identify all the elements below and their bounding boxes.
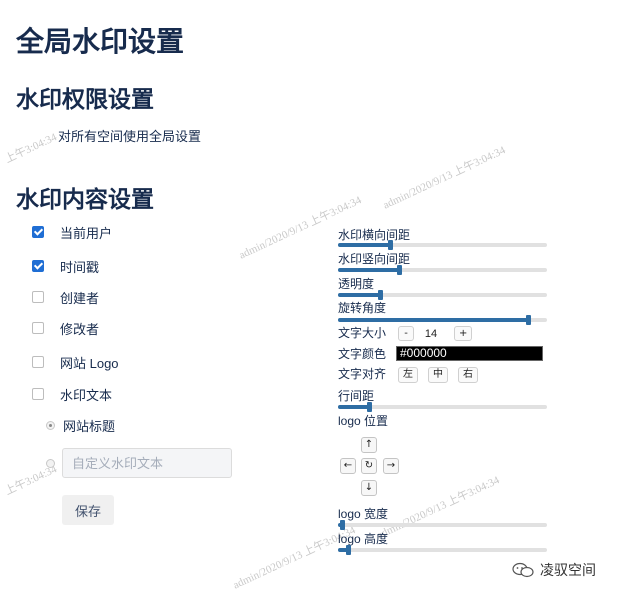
custom-watermark-text-input[interactable] <box>62 448 232 478</box>
slider-thumb[interactable] <box>397 265 402 275</box>
checkbox[interactable] <box>32 322 44 334</box>
horizontal-spacing-slider[interactable] <box>338 240 547 250</box>
arrow-left-icon[interactable]: ← <box>340 458 356 474</box>
radio-label: 网站标题 <box>63 419 116 434</box>
footer-brand: 凌驭空间 <box>512 560 596 580</box>
logo-position-label: logo 位置 <box>338 414 389 428</box>
option-label: 当前用户 <box>60 225 113 241</box>
arrow-right-icon[interactable]: → <box>383 458 399 474</box>
vertical-spacing-label: 水印竖向间距 <box>338 252 411 266</box>
radio-button[interactable] <box>46 421 55 430</box>
arrow-down-icon[interactable]: ↓ <box>361 480 377 496</box>
permission-text: 对所有空间使用全局设置 <box>58 129 202 144</box>
checkbox[interactable] <box>32 226 44 238</box>
align-right-button[interactable]: 右 <box>458 367 478 383</box>
option-creator[interactable]: 创建者 <box>32 288 99 306</box>
logo-height-slider[interactable] <box>338 545 547 555</box>
option-label: 修改者 <box>60 321 100 337</box>
permission-heading: 水印权限设置 <box>16 86 154 112</box>
brand-name: 凌驭空间 <box>540 562 596 578</box>
option-site-logo[interactable]: 网站 Logo <box>32 353 119 371</box>
vertical-spacing-slider[interactable] <box>338 265 547 275</box>
opacity-slider[interactable] <box>338 290 547 300</box>
slider-thumb[interactable] <box>378 290 383 300</box>
font-size-decrease-button[interactable]: - <box>398 326 414 341</box>
font-size-label: 文字大小 <box>338 326 387 340</box>
rotation-label: 旋转角度 <box>338 301 387 315</box>
option-modifier[interactable]: 修改者 <box>32 319 99 337</box>
logo-width-slider[interactable] <box>338 520 547 530</box>
watermark-text: 上午3:04:34 <box>3 131 59 166</box>
option-label: 创建者 <box>60 290 100 306</box>
slider-fill <box>338 318 528 322</box>
radio-site-title[interactable]: 网站标题 <box>46 416 115 435</box>
checkbox[interactable] <box>32 291 44 303</box>
line-spacing-slider[interactable] <box>338 402 547 412</box>
checkbox[interactable] <box>32 260 44 272</box>
checkbox[interactable] <box>32 356 44 368</box>
align-center-button[interactable]: 中 <box>428 367 448 383</box>
option-watermark-text[interactable]: 水印文本 <box>32 385 112 403</box>
slider-fill <box>338 293 380 297</box>
opacity-label: 透明度 <box>338 277 375 291</box>
line-spacing-label: 行间距 <box>338 389 375 403</box>
rotation-slider[interactable] <box>338 315 547 325</box>
option-label: 水印文本 <box>60 387 113 403</box>
option-current-user[interactable]: 当前用户 <box>32 223 112 241</box>
content-heading: 水印内容设置 <box>16 186 154 212</box>
slider-fill <box>338 243 390 247</box>
option-timestamp[interactable]: 时间戳 <box>32 257 99 275</box>
align-left-button[interactable]: 左 <box>398 367 418 383</box>
reset-icon[interactable]: ↻ <box>361 458 377 474</box>
page-title: 全局水印设置 <box>16 26 185 57</box>
save-button[interactable]: 保存 <box>62 495 114 525</box>
slider-thumb[interactable] <box>388 240 393 250</box>
text-align-label: 文字对齐 <box>338 367 387 381</box>
option-label: 时间戳 <box>60 259 100 275</box>
arrow-up-icon[interactable]: ↑ <box>361 437 377 453</box>
slider-thumb[interactable] <box>346 545 351 555</box>
text-color-label: 文字颜色 <box>338 347 387 361</box>
slider-fill <box>338 268 399 272</box>
font-size-input[interactable] <box>414 326 448 341</box>
slider-thumb[interactable] <box>526 315 531 325</box>
option-label: 网站 Logo <box>60 355 119 371</box>
horizontal-spacing-label: 水印横向间距 <box>338 228 411 242</box>
watermark-text: admin/2020/9/13 上午3:04:34 <box>381 144 508 212</box>
logo-height-label: logo 高度 <box>338 532 389 546</box>
checkbox[interactable] <box>32 388 44 400</box>
slider-thumb[interactable] <box>367 402 372 412</box>
logo-width-label: logo 宽度 <box>338 507 389 521</box>
radio-custom-text[interactable] <box>46 459 55 468</box>
watermark-text: admin/2020/9/13 上午3:04:34 <box>375 474 502 542</box>
slider-fill <box>338 405 369 409</box>
font-size-increase-button[interactable]: + <box>454 326 473 341</box>
slider-thumb[interactable] <box>340 520 345 530</box>
text-color-input[interactable]: #000000 <box>396 346 543 361</box>
wechat-icon <box>512 562 534 578</box>
